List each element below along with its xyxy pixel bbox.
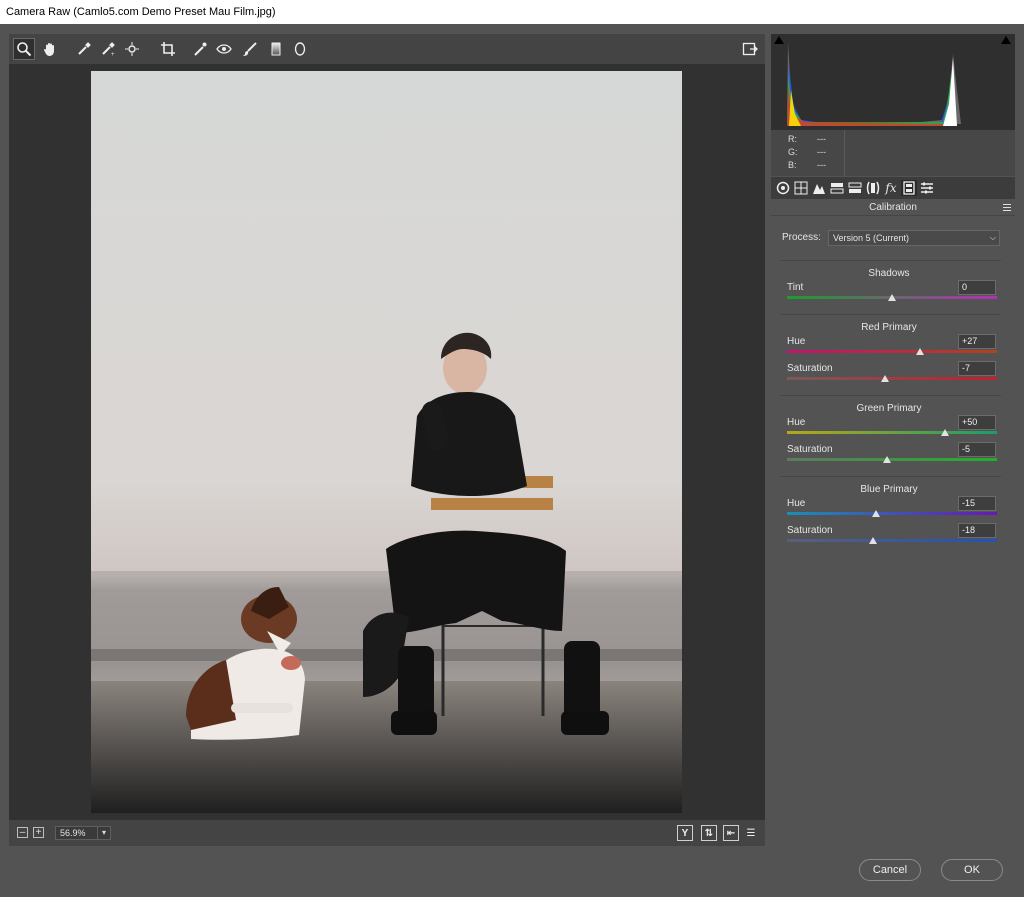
- slider-value-field[interactable]: +27: [958, 334, 996, 349]
- g-value: ---: [817, 147, 826, 157]
- image-canvas[interactable]: [9, 64, 765, 820]
- process-label: Process:: [782, 232, 821, 243]
- detail-tab-icon[interactable]: [811, 180, 827, 196]
- effects-tab-icon[interactable]: fx: [883, 180, 899, 196]
- shadow-clipping-icon[interactable]: [774, 36, 784, 44]
- ok-button[interactable]: OK: [941, 859, 1003, 881]
- slider-track[interactable]: [787, 512, 997, 515]
- swap-settings-icon[interactable]: ⇅: [701, 825, 717, 841]
- before-after-icon[interactable]: Y: [677, 825, 693, 841]
- histogram-graph: [787, 42, 961, 126]
- spot-removal-tool-icon[interactable]: [189, 38, 211, 60]
- hand-tool-icon[interactable]: [39, 38, 61, 60]
- zoom-out-button[interactable]: –: [17, 827, 28, 838]
- slider-label: Saturation: [787, 363, 833, 374]
- zoom-tool-icon[interactable]: [13, 38, 35, 60]
- slider-value-field[interactable]: +50: [958, 415, 996, 430]
- slider-thumb[interactable]: [872, 510, 881, 517]
- group-divider: [781, 395, 1001, 396]
- group-divider: [781, 314, 1001, 315]
- targeted-adjustment-tool-icon[interactable]: [121, 38, 143, 60]
- window-title: Camera Raw (Camlo5.com Demo Preset Mau F…: [0, 0, 1024, 24]
- b-label: B:: [788, 160, 797, 170]
- panel-tabs: fx: [771, 177, 1015, 199]
- r-label: R:: [788, 134, 797, 144]
- status-bar: – + 56.9% ▾ Y ⇅ ⇤ ☰: [9, 820, 765, 846]
- slider-track[interactable]: [787, 350, 997, 353]
- photo-preview: [91, 71, 682, 813]
- histogram: [771, 34, 1015, 130]
- g-label: G:: [788, 147, 798, 157]
- panel-title: Calibration: [771, 200, 1015, 216]
- toggle-fullscreen-icon[interactable]: [739, 38, 761, 60]
- slider-label: Saturation: [787, 525, 833, 536]
- slider-thumb[interactable]: [940, 429, 949, 436]
- group-title: Green Primary: [856, 403, 922, 414]
- red-eye-tool-icon[interactable]: [213, 38, 235, 60]
- adjustment-panel: R: --- G: --- B: --- fx Calibration Proc…: [771, 34, 1015, 846]
- tone-curve-tab-icon[interactable]: [793, 180, 809, 196]
- b-value: ---: [817, 160, 826, 170]
- crop-tool-icon[interactable]: [157, 38, 179, 60]
- group-title: Blue Primary: [860, 484, 918, 495]
- cancel-button[interactable]: Cancel: [859, 859, 921, 881]
- slider-track[interactable]: [787, 377, 997, 380]
- lens-corrections-tab-icon[interactable]: [865, 180, 881, 196]
- slider-thumb[interactable]: [916, 348, 925, 355]
- highlight-clipping-icon[interactable]: [1001, 36, 1011, 44]
- chevron-down-icon: ⌵: [989, 233, 996, 242]
- slider-thumb[interactable]: [869, 537, 878, 544]
- slider-label: Hue: [787, 417, 806, 428]
- slider-thumb[interactable]: [880, 375, 889, 382]
- copy-settings-icon[interactable]: ⇤: [723, 825, 739, 841]
- graduated-filter-tool-icon[interactable]: [265, 38, 287, 60]
- slider-label: Hue: [787, 498, 806, 509]
- group-divider: [781, 476, 1001, 477]
- radial-filter-tool-icon[interactable]: [289, 38, 311, 60]
- zoom-dropdown-icon[interactable]: ▾: [97, 826, 111, 840]
- slider-label: Tint: [787, 282, 804, 293]
- slider-value-field[interactable]: -7: [958, 361, 996, 376]
- group-title: Shadows: [868, 268, 910, 279]
- slider-track[interactable]: [787, 458, 997, 461]
- slider-value-field[interactable]: -18: [958, 523, 996, 538]
- slider-label: Hue: [787, 336, 806, 347]
- slider-value-field[interactable]: 0: [958, 280, 996, 295]
- svg-text:+: +: [111, 52, 115, 57]
- adjustment-brush-tool-icon[interactable]: [239, 38, 261, 60]
- panel-menu-icon[interactable]: [1003, 204, 1011, 211]
- color-sampler-tool-icon[interactable]: +: [97, 38, 119, 60]
- calibration-tab-icon[interactable]: [901, 180, 917, 196]
- tool-bar: +: [9, 34, 765, 64]
- preview-preferences-icon[interactable]: ☰: [743, 825, 759, 841]
- slider-track[interactable]: [787, 431, 997, 434]
- split-toning-tab-icon[interactable]: [847, 180, 863, 196]
- hsl-tab-icon[interactable]: [829, 180, 845, 196]
- group-divider: [781, 260, 1001, 261]
- basic-tab-icon[interactable]: [775, 180, 791, 196]
- group-title: Red Primary: [861, 322, 917, 333]
- presets-tab-icon[interactable]: [919, 180, 935, 196]
- white-balance-tool-icon[interactable]: [73, 38, 95, 60]
- process-select[interactable]: Version 5 (Current) ⌵: [828, 230, 1000, 246]
- preview-area: + – + 56.9% ▾ Y ⇅ ⇤ ☰: [9, 34, 765, 846]
- slider-thumb[interactable]: [882, 456, 891, 463]
- zoom-in-button[interactable]: +: [33, 827, 44, 838]
- r-value: ---: [817, 134, 826, 144]
- slider-value-field[interactable]: -5: [958, 442, 996, 457]
- slider-thumb[interactable]: [888, 294, 896, 301]
- rgb-readout: R: --- G: --- B: ---: [771, 130, 1015, 176]
- process-value: Version 5 (Current): [833, 233, 910, 243]
- slider-label: Saturation: [787, 444, 833, 455]
- slider-value-field[interactable]: -15: [958, 496, 996, 511]
- slider-track[interactable]: [787, 539, 997, 542]
